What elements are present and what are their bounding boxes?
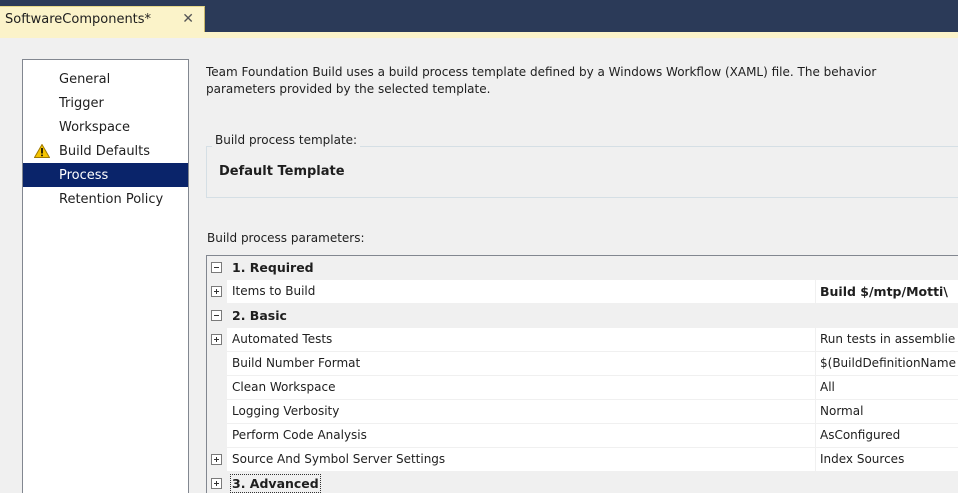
row-name: Automated Tests bbox=[232, 332, 333, 346]
nav-item-label: Trigger bbox=[59, 95, 104, 111]
nav-item-label: Retention Policy bbox=[59, 191, 164, 207]
expand-icon[interactable] bbox=[211, 286, 222, 297]
row-name: 3. Advanced bbox=[230, 474, 321, 493]
grid-property-row[interactable]: Items to Build Build $/mtp/Motti\ bbox=[207, 280, 958, 304]
row-value[interactable]: Index Sources bbox=[815, 448, 958, 471]
expand-icon[interactable] bbox=[211, 478, 222, 489]
row-value[interactable]: Run tests in assemblie bbox=[815, 328, 958, 351]
nav-item-workspace[interactable]: Workspace bbox=[23, 115, 188, 139]
row-gutter bbox=[207, 376, 227, 399]
row-value[interactable]: All bbox=[815, 376, 958, 399]
grid-category-row[interactable]: 2. Basic bbox=[207, 304, 958, 328]
collapse-icon[interactable] bbox=[211, 310, 222, 321]
row-gutter bbox=[207, 424, 227, 447]
nav-item-process[interactable]: Process bbox=[23, 163, 188, 187]
row-gutter bbox=[207, 352, 227, 375]
row-gutter bbox=[207, 400, 227, 423]
settings-nav-list: General Trigger Workspace Build Defaults Pro… bbox=[22, 59, 189, 493]
nav-item-build-defaults[interactable]: Build Defaults bbox=[23, 139, 188, 163]
grid-property-row[interactable]: Build Number Format $(BuildDefinitionName bbox=[207, 352, 958, 376]
grid-category-row[interactable]: 1. Required bbox=[207, 256, 958, 280]
nav-item-label: General bbox=[59, 71, 111, 87]
row-value[interactable]: AsConfigured bbox=[815, 424, 958, 447]
row-name: Items to Build bbox=[232, 284, 316, 298]
grid-property-row[interactable]: Source And Symbol Server Settings Index S… bbox=[207, 448, 958, 472]
row-name: 1. Required bbox=[232, 260, 314, 275]
row-name: 2. Basic bbox=[232, 308, 287, 323]
document-tab-strip: SoftwareComponents* ✕ bbox=[0, 0, 958, 32]
document-tab[interactable]: SoftwareComponents* ✕ bbox=[0, 6, 205, 32]
grid-property-row[interactable]: Automated Tests Run tests in assemblie bbox=[207, 328, 958, 352]
selected-template-name: Default Template bbox=[219, 164, 345, 179]
row-name: Source And Symbol Server Settings bbox=[232, 452, 446, 466]
parameters-property-grid[interactable]: 1. Required Items to Build Build $/mtp/Mot… bbox=[206, 255, 958, 493]
nav-item-retention-policy[interactable]: Retention Policy bbox=[23, 187, 188, 211]
nav-item-label: Workspace bbox=[59, 119, 131, 135]
warning-icon bbox=[34, 144, 50, 158]
nav-item-general[interactable]: General bbox=[23, 67, 188, 91]
row-name: Clean Workspace bbox=[232, 380, 336, 394]
nav-item-label: Build Defaults bbox=[59, 143, 151, 159]
grid-property-row[interactable]: Perform Code Analysis AsConfigured bbox=[207, 424, 958, 448]
parameters-label: Build process parameters: bbox=[207, 231, 365, 245]
document-tab-title: SoftwareComponents* bbox=[5, 12, 152, 27]
template-group-legend: Build process template: bbox=[212, 133, 361, 147]
expand-icon[interactable] bbox=[211, 334, 222, 345]
description-line-1: Team Foundation Build uses a build proce… bbox=[206, 65, 877, 79]
grid-property-row[interactable]: Logging Verbosity Normal bbox=[207, 400, 958, 424]
grid-property-row[interactable]: Clean Workspace All bbox=[207, 376, 958, 400]
row-value[interactable]: $(BuildDefinitionName bbox=[815, 352, 958, 375]
row-value[interactable]: Build $/mtp/Motti\ bbox=[815, 280, 958, 303]
nav-item-label: Process bbox=[59, 167, 109, 183]
row-value[interactable]: Normal bbox=[815, 400, 958, 423]
nav-item-trigger[interactable]: Trigger bbox=[23, 91, 188, 115]
close-icon[interactable]: ✕ bbox=[182, 11, 194, 27]
collapse-icon[interactable] bbox=[211, 262, 222, 273]
row-name: Build Number Format bbox=[232, 356, 361, 370]
expand-icon[interactable] bbox=[211, 454, 222, 465]
description-line-2: parameters provided by the selected temp… bbox=[206, 82, 491, 96]
row-name: Perform Code Analysis bbox=[232, 428, 367, 442]
row-name: Logging Verbosity bbox=[232, 404, 340, 418]
process-description: Team Foundation Build uses a build proce… bbox=[206, 64, 958, 98]
grid-category-row[interactable]: 3. Advanced bbox=[207, 472, 958, 493]
